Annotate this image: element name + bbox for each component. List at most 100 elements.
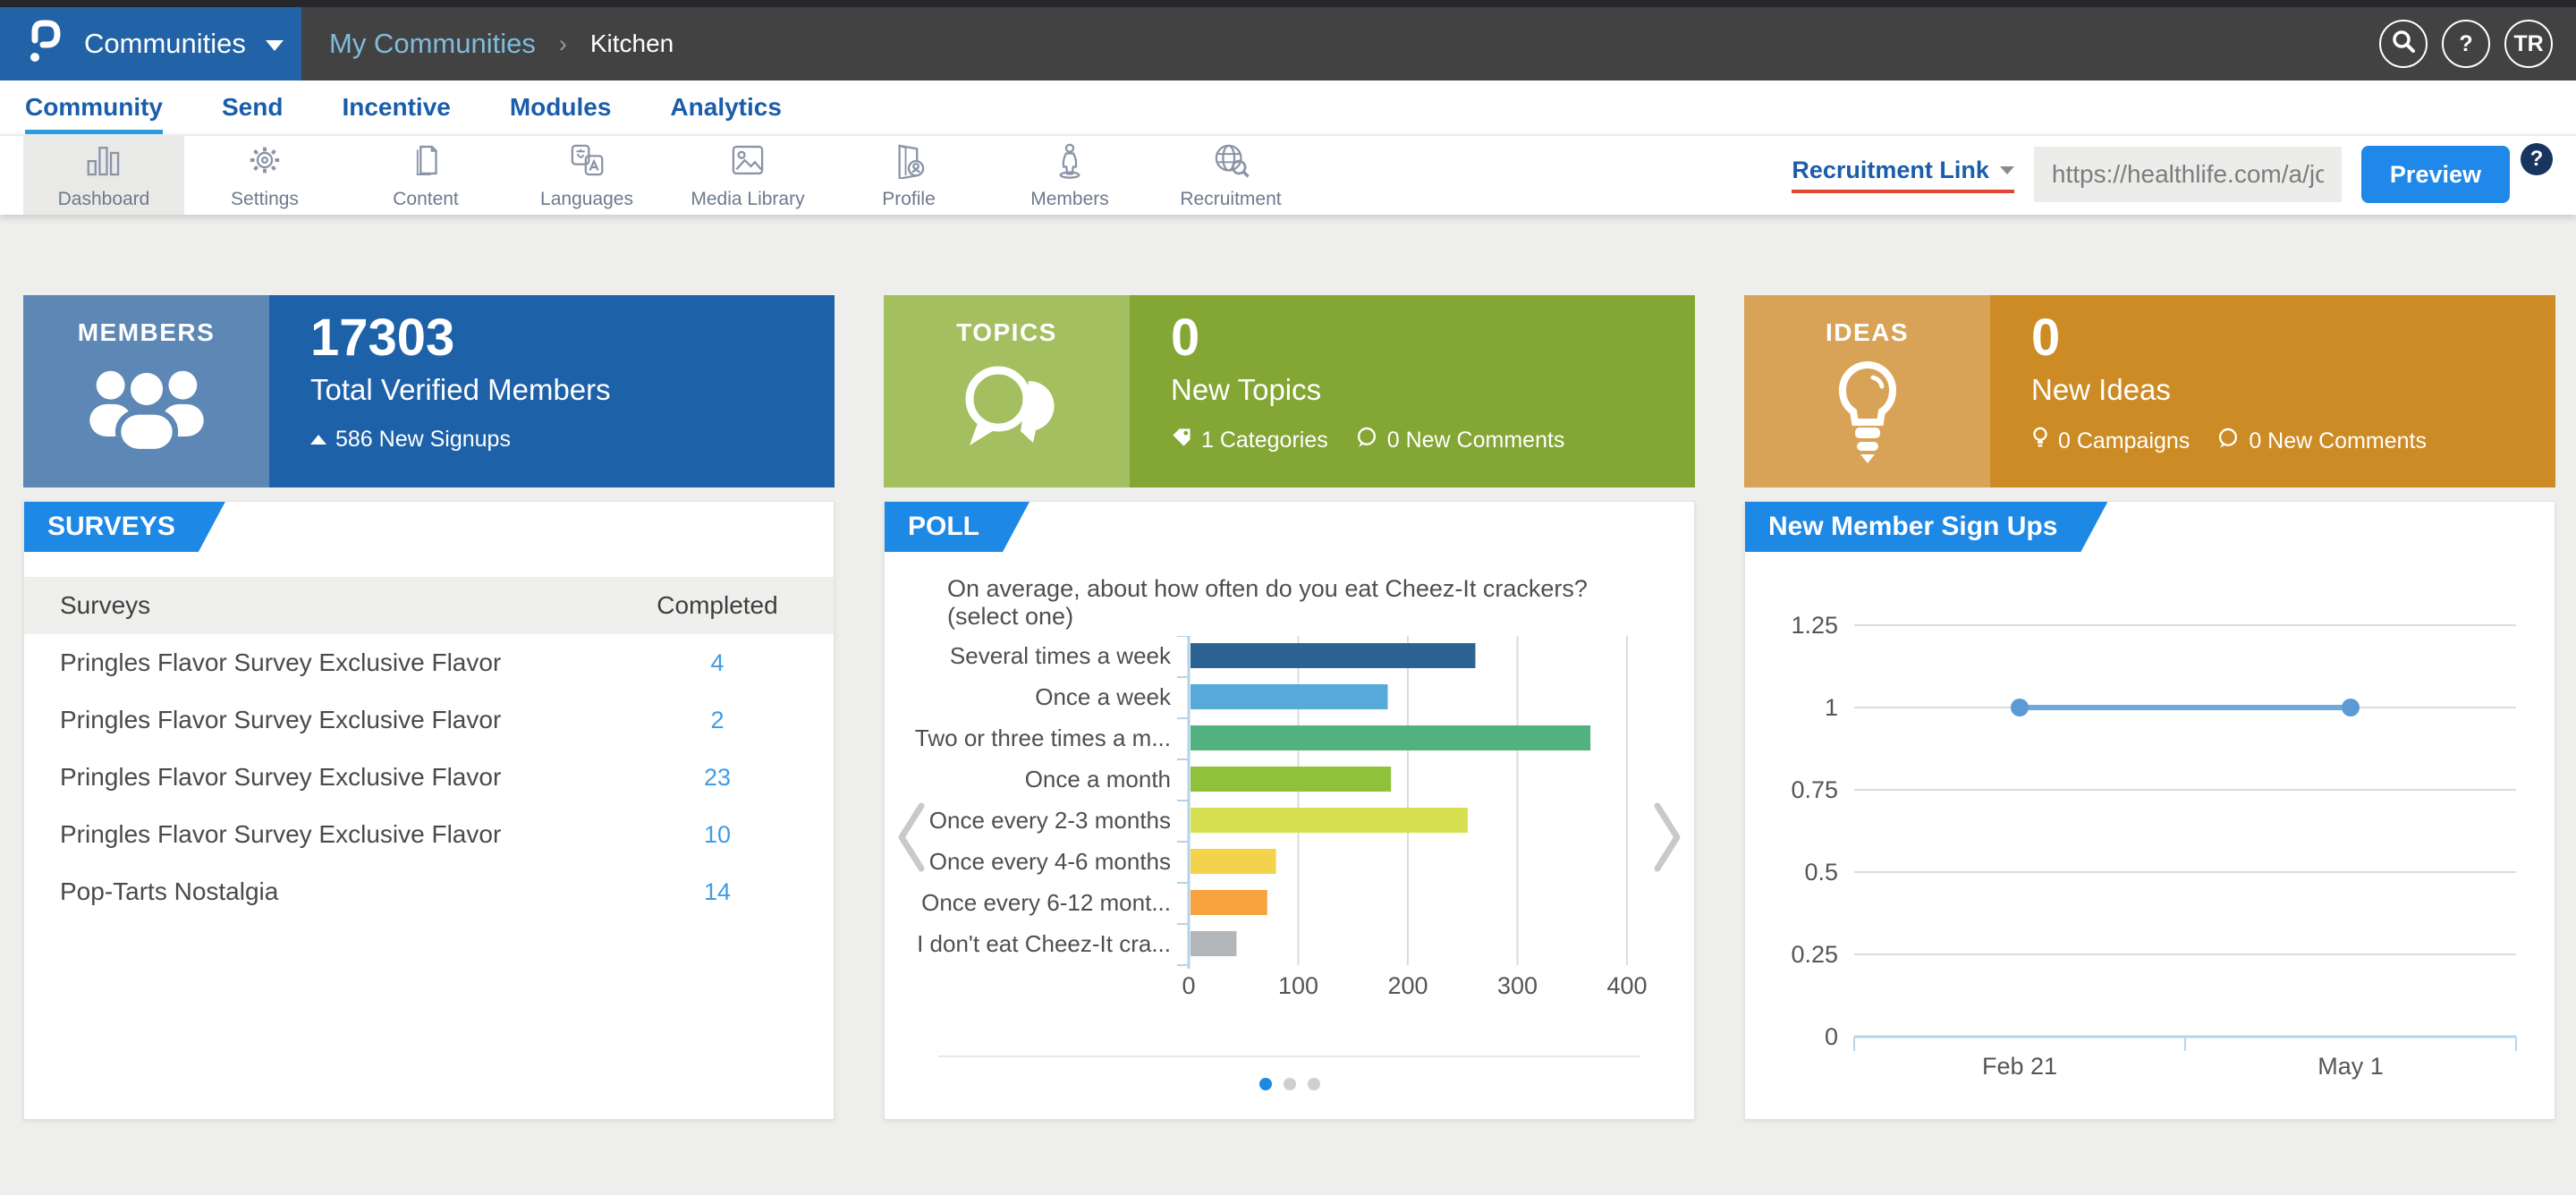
svg-text:Feb 21: Feb 21 xyxy=(1982,1053,2057,1080)
tool-label: Languages xyxy=(540,189,633,210)
recruitment-link-label: Recruitment Link xyxy=(1792,157,1989,184)
app-name: Communities xyxy=(84,28,246,60)
translate-icon xyxy=(566,141,607,183)
nav-item-community[interactable]: Community xyxy=(25,81,163,134)
members-card-body: 17303 Total Verified Members 586 New Sig… xyxy=(269,295,835,487)
table-row[interactable]: Pringles Flavor Survey Exclusive Flavor … xyxy=(24,749,834,806)
tool-label: Recruitment xyxy=(1180,189,1281,210)
signups-line-chart: 1.2510.750.50.250Feb 21May 1 xyxy=(1745,609,2556,1092)
pagination-dot[interactable] xyxy=(1284,1078,1296,1090)
meta-text: 0 New Comments xyxy=(1387,428,1565,453)
help-badge-icon[interactable]: ? xyxy=(2521,143,2553,175)
nav-item-incentive[interactable]: Incentive xyxy=(342,81,450,134)
help-button[interactable]: ? xyxy=(2442,20,2490,68)
nav-item-modules[interactable]: Modules xyxy=(510,81,612,134)
tool-item-languages[interactable]: Languages xyxy=(506,136,667,215)
surveys-table-header: Surveys Completed xyxy=(24,577,834,634)
tag-icon xyxy=(1171,427,1192,454)
ideas-card-label-section: IDEAS xyxy=(1744,295,1990,487)
arrow-up-icon xyxy=(310,435,326,445)
nav-item-analytics[interactable]: Analytics xyxy=(670,81,782,134)
chevron-right-icon[interactable] xyxy=(1649,797,1685,882)
survey-completed-link[interactable]: 23 xyxy=(637,764,798,792)
avatar[interactable]: TR xyxy=(2504,20,2553,68)
comment-icon xyxy=(1355,427,1378,454)
divider xyxy=(938,1055,1640,1057)
poll-ribbon: POLL xyxy=(885,502,1030,552)
search-icon xyxy=(2391,29,2416,60)
svg-text:Two or three times a m...: Two or three times a m... xyxy=(915,725,1171,751)
tool-item-members[interactable]: Members xyxy=(989,136,1150,215)
chat-bubbles-icon xyxy=(953,360,1061,461)
bar-chart-icon xyxy=(83,141,124,183)
survey-completed-link[interactable]: 10 xyxy=(637,821,798,849)
avatar-initials: TR xyxy=(2513,31,2543,57)
column-surveys: Surveys xyxy=(60,591,150,620)
gear-icon xyxy=(244,141,285,183)
preview-button[interactable]: Preview xyxy=(2361,146,2510,203)
nav-item-send[interactable]: Send xyxy=(222,81,283,134)
poll-bar-chart: 0100200300400Several times a weekOnce a … xyxy=(885,636,1696,1012)
help-icon: ? xyxy=(2459,31,2472,57)
tool-item-dashboard[interactable]: Dashboard xyxy=(23,136,184,215)
app-logo-p-icon xyxy=(27,16,64,72)
tool-label: Profile xyxy=(882,189,936,210)
survey-name: Pop-Tarts Nostalgia xyxy=(60,877,278,906)
svg-text:0.75: 0.75 xyxy=(1791,776,1838,803)
tool-item-content[interactable]: Content xyxy=(345,136,506,215)
tool-item-settings[interactable]: Settings xyxy=(184,136,345,215)
column-completed: Completed xyxy=(637,591,798,620)
survey-completed-link[interactable]: 2 xyxy=(637,707,798,734)
breadcrumb-current: Kitchen xyxy=(590,30,674,58)
poll-question: On average, about how often do you eat C… xyxy=(947,575,1658,631)
svg-text:0.25: 0.25 xyxy=(1791,941,1838,968)
primary-nav: Community Send Incentive Modules Analyti… xyxy=(0,81,2576,134)
ideas-count: 0 xyxy=(2031,311,2555,366)
table-row[interactable]: Pop-Tarts Nostalgia 14 xyxy=(24,863,834,920)
stat-label: TOPICS xyxy=(956,318,1057,347)
toolbar-right: Recruitment Link Preview ? xyxy=(1792,134,2553,215)
tool-item-recruitment[interactable]: Recruitment xyxy=(1150,136,1311,215)
members-subtitle: Total Verified Members xyxy=(310,373,835,407)
meta-text: 0 Campaigns xyxy=(2058,428,2190,454)
topbar-actions: ? TR xyxy=(2379,7,2553,81)
lightbulb-icon xyxy=(1825,360,1911,468)
comments-meta: 0 New Comments xyxy=(2216,428,2427,455)
topics-count: 0 xyxy=(1171,311,1695,366)
stat-label: IDEAS xyxy=(1826,318,1909,347)
svg-text:Once every 2-3 months: Once every 2-3 months xyxy=(929,807,1171,834)
pagination-dots xyxy=(885,1078,1694,1090)
tool-label: Settings xyxy=(231,189,299,210)
survey-name: Pringles Flavor Survey Exclusive Flavor xyxy=(60,820,501,849)
survey-completed-link[interactable]: 4 xyxy=(637,649,798,677)
survey-name: Pringles Flavor Survey Exclusive Flavor xyxy=(60,763,501,792)
app-switcher[interactable]: Communities xyxy=(0,7,301,81)
recruitment-url-input[interactable] xyxy=(2034,147,2342,202)
svg-text:1.25: 1.25 xyxy=(1791,612,1838,639)
tool-item-media-library[interactable]: Media Library xyxy=(667,136,828,215)
survey-completed-link[interactable]: 14 xyxy=(637,878,798,906)
topics-card-body: 0 New Topics 1 Categories 0 New Comments xyxy=(1130,295,1695,487)
members-count: 17303 xyxy=(310,311,835,366)
tool-item-profile[interactable]: Profile xyxy=(828,136,989,215)
search-button[interactable] xyxy=(2379,20,2428,68)
svg-text:0: 0 xyxy=(1825,1023,1838,1050)
svg-text:0.5: 0.5 xyxy=(1804,859,1838,886)
tool-label: Content xyxy=(393,189,459,210)
top-bar: Communities My Communities › Kitchen ? T… xyxy=(0,7,2576,81)
meta-text: 586 New Signups xyxy=(335,427,511,453)
chevron-left-icon[interactable] xyxy=(894,797,929,882)
pagination-dot[interactable] xyxy=(1259,1078,1272,1090)
table-row[interactable]: Pringles Flavor Survey Exclusive Flavor … xyxy=(24,806,834,863)
recruitment-link-dropdown[interactable]: Recruitment Link xyxy=(1792,157,2014,193)
breadcrumb-parent-link[interactable]: My Communities xyxy=(329,28,536,60)
pagination-dot[interactable] xyxy=(1308,1078,1320,1090)
breadcrumb-separator-icon: › xyxy=(559,30,567,58)
table-row[interactable]: Pringles Flavor Survey Exclusive Flavor … xyxy=(24,634,834,691)
breadcrumb: My Communities › Kitchen xyxy=(329,7,674,81)
meta-text: 1 Categories xyxy=(1201,428,1328,453)
svg-text:400: 400 xyxy=(1606,972,1647,999)
table-row[interactable]: Pringles Flavor Survey Exclusive Flavor … xyxy=(24,691,834,749)
ideas-subtitle: New Ideas xyxy=(2031,373,2555,407)
comment-icon xyxy=(2216,428,2240,455)
